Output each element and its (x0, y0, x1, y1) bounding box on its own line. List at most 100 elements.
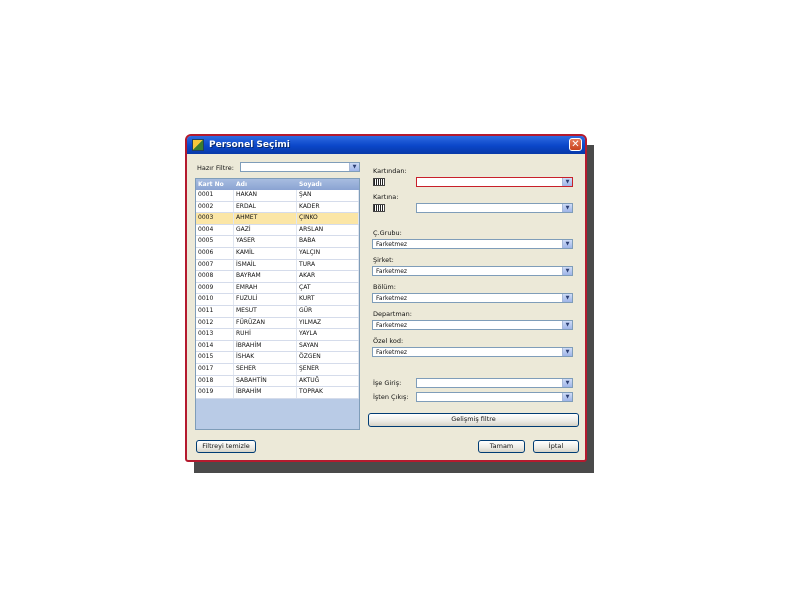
cell-kart-no: 0010 (196, 294, 234, 305)
table-header: Kart No Adı Soyadı (196, 179, 359, 190)
table-row[interactable]: 0017 SEHER ŞENER (196, 363, 359, 376)
cell-kart-no: 0017 (196, 363, 234, 375)
table-row[interactable]: 0013 RUHİ YAYLA (196, 329, 359, 341)
table-row[interactable]: 0011 MESUT GÜR (196, 305, 359, 318)
cell-soyadi: ŞENER (297, 363, 359, 375)
advanced-filter-button[interactable]: Gelişmiş filtre (368, 413, 579, 427)
cgrubu-value: Farketmez (376, 241, 408, 248)
ozelkod-label: Özel kod: (373, 337, 404, 345)
column-header-adi[interactable]: Adı (234, 179, 297, 190)
table-row[interactable]: 0014 İBRAHİM SAYAN (196, 340, 359, 353)
kartina-label: Kartına: (373, 193, 399, 201)
cell-soyadi: KADER (297, 201, 359, 213)
table-row[interactable]: 0006 KAMİL YALÇIN (196, 247, 359, 260)
cell-adi: YASER (234, 236, 297, 247)
table-row[interactable]: 0003 AHMET ÇINKO (196, 213, 359, 225)
isegiris-label: İşe Giriş: (373, 379, 402, 387)
chevron-down-icon[interactable]: ▼ (562, 393, 572, 401)
chevron-down-icon[interactable]: ▼ (562, 267, 572, 275)
cell-adi: ERDAL (234, 201, 297, 213)
cell-adi: RUHİ (234, 329, 297, 340)
cell-soyadi: AKAR (297, 271, 359, 282)
kartina-dropdown[interactable]: ▼ (416, 203, 573, 213)
cell-kart-no: 0011 (196, 305, 234, 317)
chevron-down-icon[interactable]: ▼ (562, 379, 572, 387)
chevron-down-icon[interactable]: ▼ (562, 240, 572, 248)
table-row[interactable]: 0010 FUZULİ KURT (196, 294, 359, 306)
chevron-down-icon[interactable]: ▼ (349, 163, 359, 171)
departman-label: Departman: (373, 310, 412, 318)
cell-kart-no: 0014 (196, 340, 234, 352)
cell-soyadi: GÜR (297, 305, 359, 317)
cell-kart-no: 0004 (196, 224, 234, 236)
table-row[interactable]: 0004 GAZİ ARSLAN (196, 224, 359, 237)
cell-adi: SEHER (234, 363, 297, 375)
sirket-dropdown[interactable]: Farketmez ▼ (372, 266, 573, 276)
chevron-down-icon[interactable]: ▼ (562, 321, 572, 329)
personel-secimi-dialog: Personel Seçimi ✕ Hazır Filtre: ▼ Kart N… (185, 134, 587, 462)
cell-soyadi: TURA (297, 259, 359, 271)
cell-soyadi: ÇINKO (297, 213, 359, 224)
cell-kart-no: 0006 (196, 247, 234, 259)
cell-adi: GAZİ (234, 224, 297, 236)
table-row[interactable]: 0012 FÜRÜZAN YILMAZ (196, 317, 359, 330)
cell-adi: EMRAH (234, 282, 297, 294)
chevron-down-icon[interactable]: ▼ (562, 348, 572, 356)
table-body: 0001 HAKAN ŞAN 0002 ERDAL KADER 0003 AHMET ÇINKO… (196, 190, 359, 399)
cell-adi: İBRAHİM (234, 340, 297, 352)
departman-dropdown[interactable]: Farketmez ▼ (372, 320, 573, 330)
kartindan-dropdown[interactable]: ▼ (416, 177, 573, 187)
table-row[interactable]: 0009 EMRAH ÇAT (196, 282, 359, 295)
table-row[interactable]: 0019 İBRAHİM TOPRAK (196, 387, 359, 399)
table-row[interactable]: 0015 İSHAK ÖZGEN (196, 352, 359, 364)
clear-filter-button[interactable]: Filtreyi temizle (196, 440, 256, 453)
column-header-kart-no[interactable]: Kart No (196, 179, 234, 190)
table-row[interactable]: 0008 BAYRAM AKAR (196, 271, 359, 283)
ozelkod-dropdown[interactable]: Farketmez ▼ (372, 347, 573, 357)
window-title: Personel Seçimi (209, 140, 290, 150)
cell-soyadi: YILMAZ (297, 317, 359, 329)
cell-adi: BAYRAM (234, 271, 297, 282)
cell-soyadi: YAYLA (297, 329, 359, 340)
isegiris-dropdown[interactable]: ▼ (416, 378, 573, 388)
cell-soyadi: YALÇIN (297, 247, 359, 259)
kartindan-label: Kartından: (373, 167, 407, 175)
istencikis-dropdown[interactable]: ▼ (416, 392, 573, 402)
card-reader-icon[interactable] (373, 178, 385, 186)
cell-soyadi: SAYAN (297, 340, 359, 352)
cell-adi: FÜRÜZAN (234, 317, 297, 329)
cell-kart-no: 0015 (196, 352, 234, 363)
ok-button[interactable]: Tamam (478, 440, 525, 453)
cancel-button[interactable]: İptal (533, 440, 579, 453)
column-header-soyadi[interactable]: Soyadı (297, 179, 359, 190)
cell-adi: KAMİL (234, 247, 297, 259)
table-row[interactable]: 0007 İSMAİL TURA (196, 259, 359, 272)
chevron-down-icon[interactable]: ▼ (562, 204, 572, 212)
cell-kart-no: 0001 (196, 190, 234, 201)
table-row[interactable]: 0005 YASER BABA (196, 236, 359, 248)
cell-kart-no: 0018 (196, 375, 234, 387)
filter-dropdown[interactable]: ▼ (240, 162, 360, 172)
cell-soyadi: ÇAT (297, 282, 359, 294)
card-reader-icon[interactable] (373, 204, 385, 212)
table-row[interactable]: 0002 ERDAL KADER (196, 201, 359, 214)
table-row[interactable]: 0001 HAKAN ŞAN (196, 190, 359, 202)
personnel-table: Kart No Adı Soyadı 0001 HAKAN ŞAN 0002 ERDAL… (195, 178, 360, 430)
cell-soyadi: ÖZGEN (297, 352, 359, 363)
table-row[interactable]: 0018 SABAHTİN AKTUĞ (196, 375, 359, 388)
cell-soyadi: BABA (297, 236, 359, 247)
cell-kart-no: 0012 (196, 317, 234, 329)
cell-kart-no: 0007 (196, 259, 234, 271)
chevron-down-icon[interactable]: ▼ (562, 178, 572, 186)
cell-soyadi: KURT (297, 294, 359, 305)
cgrubu-dropdown[interactable]: Farketmez ▼ (372, 239, 573, 249)
filter-label: Hazır Filtre: (197, 164, 234, 172)
bolum-dropdown[interactable]: Farketmez ▼ (372, 293, 573, 303)
chevron-down-icon[interactable]: ▼ (562, 294, 572, 302)
cell-kart-no: 0008 (196, 271, 234, 282)
cgrubu-label: Ç.Grubu: (373, 229, 402, 237)
close-icon[interactable]: ✕ (569, 138, 582, 151)
cell-soyadi: TOPRAK (297, 387, 359, 398)
cell-soyadi: ŞAN (297, 190, 359, 201)
bolum-value: Farketmez (376, 295, 408, 302)
